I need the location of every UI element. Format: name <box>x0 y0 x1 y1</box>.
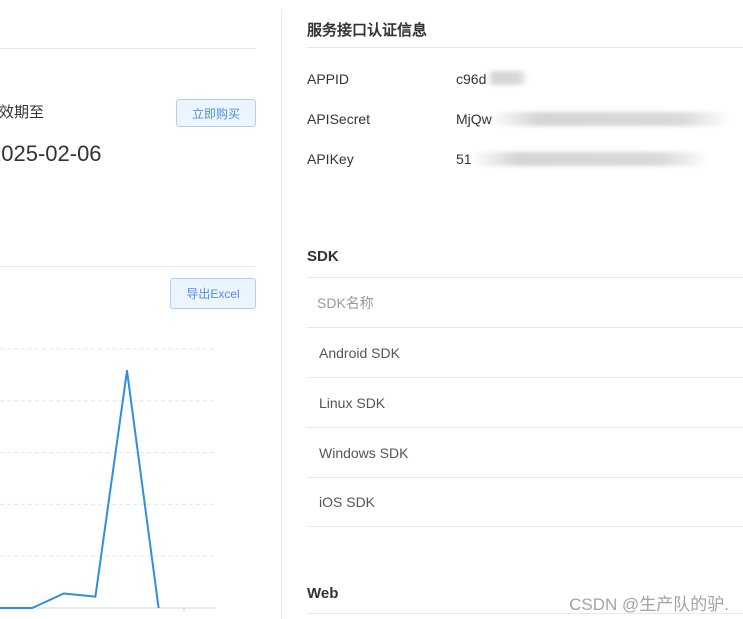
export-excel-button[interactable]: 导出Excel <box>170 278 256 309</box>
sdk-row-ios[interactable]: iOS SDK <box>307 477 743 527</box>
sdk-table: SDK名称 Android SDK Linux SDK Windows SDK … <box>307 277 743 527</box>
expiry-date: 2025-02-06 <box>0 141 102 166</box>
apikey-redaction <box>470 152 710 166</box>
sdk-section-title: SDK <box>307 248 339 265</box>
chart-series-line <box>0 369 160 609</box>
panel-divider <box>281 10 282 619</box>
web-section-title: Web <box>307 585 339 602</box>
auth-title-divider <box>307 47 743 48</box>
auth-info-title: 服务接口认证信息 <box>307 22 428 39</box>
apisecret-label: APISecret <box>307 111 371 127</box>
appid-value: c96d <box>456 71 487 87</box>
sdk-row-android[interactable]: Android SDK <box>307 327 743 377</box>
appid-label: APPID <box>307 71 350 87</box>
buy-now-button[interactable]: 立即购买 <box>176 99 256 127</box>
left-header-divider <box>0 48 256 49</box>
sdk-row-windows[interactable]: Windows SDK <box>307 427 743 477</box>
usage-divider <box>0 266 256 267</box>
apisecret-value: MjQw <box>456 111 492 127</box>
sdk-row-linux[interactable]: Linux SDK <box>307 377 743 427</box>
usage-line-chart <box>0 348 215 612</box>
apikey-label: APIKey <box>307 151 354 167</box>
expiry-label: 有效期至 <box>0 104 45 121</box>
sdk-table-header: SDK名称 <box>307 277 743 327</box>
apisecret-redaction <box>490 112 730 126</box>
csdn-watermark: CSDN @生产队的驴. <box>569 595 729 614</box>
appid-redaction <box>486 71 528 85</box>
